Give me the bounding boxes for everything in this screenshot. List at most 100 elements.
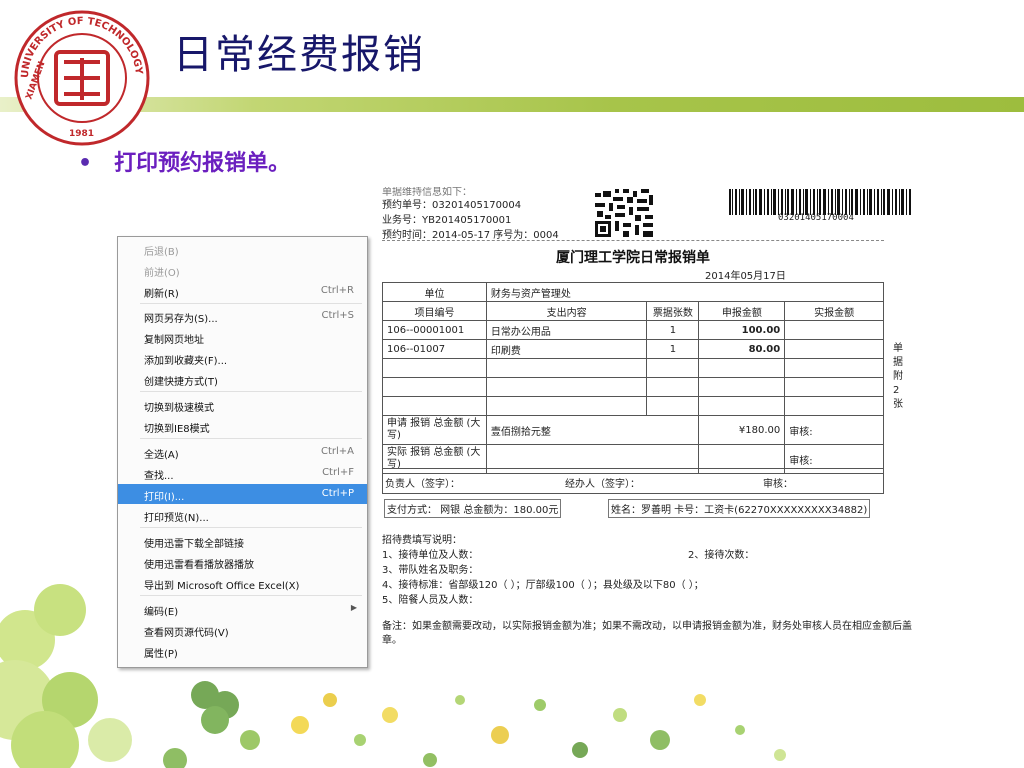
menu-item-label: 切换到极速模式 bbox=[144, 403, 214, 414]
menu-separator bbox=[140, 438, 362, 439]
item-count: 1 bbox=[646, 320, 700, 340]
menu-item-copy-url[interactable]: 复制网页地址 bbox=[118, 327, 367, 347]
menu-item-thunder-download[interactable]: 使用迅雷下载全部链接 bbox=[118, 531, 367, 551]
column-header: 申报金额 bbox=[698, 301, 786, 321]
column-header: 支出内容 bbox=[485, 301, 648, 321]
menu-item-label: 复制网页地址 bbox=[144, 335, 204, 346]
table-row bbox=[382, 396, 884, 416]
menu-separator bbox=[140, 527, 362, 528]
menu-item-label: 编码(E) bbox=[144, 607, 179, 618]
logo-year: 1981 bbox=[69, 129, 94, 139]
apply-total-chinese: 壹佰捌拾元整 bbox=[485, 415, 700, 445]
hospitality-item: 4、接待标准：省部级120（ ）；厅部级100（ ）；县处级及以下80（ ）； bbox=[382, 580, 704, 591]
dashed-divider bbox=[382, 240, 884, 241]
remark-note: 备注：如果金额需要改动，以实际报销金额为准；如果不需改动，以申请报销金额为准，财… bbox=[382, 621, 912, 646]
attachment-char: 据 bbox=[893, 357, 903, 368]
item-actual bbox=[784, 339, 884, 359]
menu-item-export-excel[interactable]: 导出到 Microsoft Office Excel(X) bbox=[118, 573, 367, 593]
menu-item-label: 属性(P) bbox=[144, 649, 178, 660]
menu-item-label: 打印预览(N)... bbox=[144, 513, 209, 524]
menu-item-select-all[interactable]: 全选(A) Ctrl+A bbox=[118, 442, 367, 462]
attachment-char: 张 bbox=[893, 399, 903, 410]
barcode-number: 03201405170004 bbox=[778, 213, 854, 223]
table-row: 106--01007 印刷费 1 80.00 bbox=[382, 339, 884, 359]
signature-row: 负责人（签字）： 经办人（签字）： 审核： bbox=[382, 468, 884, 494]
item-code: 106--01007 bbox=[382, 339, 487, 359]
item-content: 印刷费 bbox=[485, 339, 648, 359]
reservation-number: 预约单号：03201405170004 bbox=[382, 200, 522, 211]
menu-item-shortcut: Ctrl+F bbox=[322, 467, 354, 478]
item-amount: 80.00 bbox=[698, 339, 786, 359]
menu-separator bbox=[140, 595, 362, 596]
menu-item-fast-mode[interactable]: 切换到极速模式 bbox=[118, 395, 367, 415]
reimbursement-table: 单位 财务与资产管理处 项目编号 支出内容 票据张数 申报金额 实报金额 106… bbox=[382, 282, 885, 474]
reservation-time: 预约时间：2014-05-17 序号为：0004 bbox=[382, 230, 559, 241]
bullet-text: 打印预约报销单。 bbox=[114, 151, 291, 176]
menu-item-label: 使用迅雷看看播放器播放 bbox=[144, 560, 254, 571]
menu-item-thunder-play[interactable]: 使用迅雷看看播放器播放 bbox=[118, 552, 367, 572]
column-header: 实报金额 bbox=[784, 301, 884, 321]
menu-item-print-preview[interactable]: 打印预览(N)... bbox=[118, 505, 367, 525]
business-number: 业务号：YB201405170001 bbox=[382, 215, 512, 226]
item-count: 1 bbox=[646, 339, 700, 359]
item-amount: 100.00 bbox=[698, 320, 786, 340]
hospitality-heading: 招待费填写说明： bbox=[382, 535, 462, 546]
menu-item-label: 刷新(R) bbox=[144, 289, 179, 300]
menu-item-shortcut: Ctrl+R bbox=[320, 285, 354, 296]
audit-label: 审核: bbox=[784, 415, 884, 445]
menu-item-label: 使用迅雷下载全部链接 bbox=[144, 539, 244, 550]
qr-code-icon bbox=[593, 187, 655, 239]
menu-item-print[interactable]: 打印(I)... Ctrl+P bbox=[118, 484, 367, 504]
menu-item-label: 导出到 Microsoft Office Excel(X) bbox=[144, 581, 300, 592]
menu-item-add-favorite[interactable]: 添加到收藏夹(F)... bbox=[118, 348, 367, 368]
reviewer-signature: 审核： bbox=[763, 479, 793, 490]
menu-item-view-source[interactable]: 查看网页源代码(V) bbox=[118, 620, 367, 640]
menu-item-label: 查找... bbox=[144, 471, 174, 482]
menu-item-save-as[interactable]: 网页另存为(S)... Ctrl+S bbox=[118, 306, 367, 326]
menu-item-label: 查看网页源代码(V) bbox=[144, 628, 229, 639]
menu-item-create-shortcut[interactable]: 创建快捷方式(T) bbox=[118, 369, 367, 389]
apply-total-label: 申请 报销 总金额 (大写) bbox=[382, 415, 487, 445]
item-actual bbox=[784, 320, 884, 340]
apply-total-number: ¥180.00 bbox=[698, 415, 786, 445]
attachment-char: 附 bbox=[893, 371, 903, 382]
unit-label: 单位 bbox=[382, 282, 487, 302]
menu-item-forward[interactable]: 前进(O) bbox=[118, 260, 367, 280]
menu-item-shortcut: Ctrl+A bbox=[320, 446, 354, 457]
hospitality-item: 3、带队姓名及职务： bbox=[382, 565, 479, 576]
menu-item-encoding[interactable]: 编码(E) ▶ bbox=[118, 599, 367, 619]
hospitality-item: 2、接待次数： bbox=[688, 550, 755, 561]
menu-item-label: 切换到IE8模式 bbox=[144, 424, 210, 435]
header-band bbox=[0, 97, 1024, 112]
form-title: 厦门理工学院日常报销单 bbox=[556, 250, 710, 266]
column-header: 票据张数 bbox=[646, 301, 700, 321]
item-content: 日常办公用品 bbox=[485, 320, 648, 340]
table-row bbox=[382, 358, 884, 378]
menu-item-shortcut: Ctrl+P bbox=[321, 488, 354, 499]
menu-item-back[interactable]: 后退(B) bbox=[118, 239, 367, 259]
leader-signature: 负责人（签字）： bbox=[385, 479, 460, 490]
menu-item-label: 打印(I)... bbox=[144, 492, 185, 503]
menu-item-properties[interactable]: 属性(P) bbox=[118, 641, 367, 661]
university-logo: UNIVERSITY OF TECHNOLOGY XIAMEN 1981 bbox=[14, 10, 150, 146]
menu-item-label: 网页另存为(S)... bbox=[144, 314, 218, 325]
browser-screenshot: 单据维持信息如下： 预约单号：03201405170004 业务号：YB2014… bbox=[93, 187, 940, 675]
menu-item-refresh[interactable]: 刷新(R) Ctrl+R bbox=[118, 281, 367, 301]
menu-item-label: 前进(O) bbox=[144, 268, 180, 279]
hospitality-item: 5、陪餐人员及人数： bbox=[382, 595, 479, 606]
menu-item-label: 创建快捷方式(T) bbox=[144, 377, 218, 388]
menu-item-ie8-mode[interactable]: 切换到IE8模式 bbox=[118, 416, 367, 436]
menu-item-label: 添加到收藏夹(F)... bbox=[144, 356, 228, 367]
handler-signature: 经办人（签字）： bbox=[565, 479, 640, 490]
table-row bbox=[382, 377, 884, 397]
hospitality-item: 1、接待单位及人数： bbox=[382, 550, 479, 561]
payment-method: 支付方式： 网银 总金额为：180.00元 bbox=[384, 499, 562, 518]
submenu-arrow-icon: ▶ bbox=[350, 603, 357, 612]
form-date: 2014年05月17日 bbox=[705, 271, 786, 282]
menu-separator bbox=[140, 391, 362, 392]
bullet-item: • 打印预约报销单。 bbox=[78, 145, 290, 177]
attachment-char: 单 bbox=[893, 343, 903, 354]
attachment-char: 2 bbox=[893, 385, 900, 396]
menu-item-find[interactable]: 查找... Ctrl+F bbox=[118, 463, 367, 483]
context-menu: 后退(B) 前进(O) 刷新(R) Ctrl+R 网页另存为(S)... Ctrl+… bbox=[117, 236, 368, 668]
